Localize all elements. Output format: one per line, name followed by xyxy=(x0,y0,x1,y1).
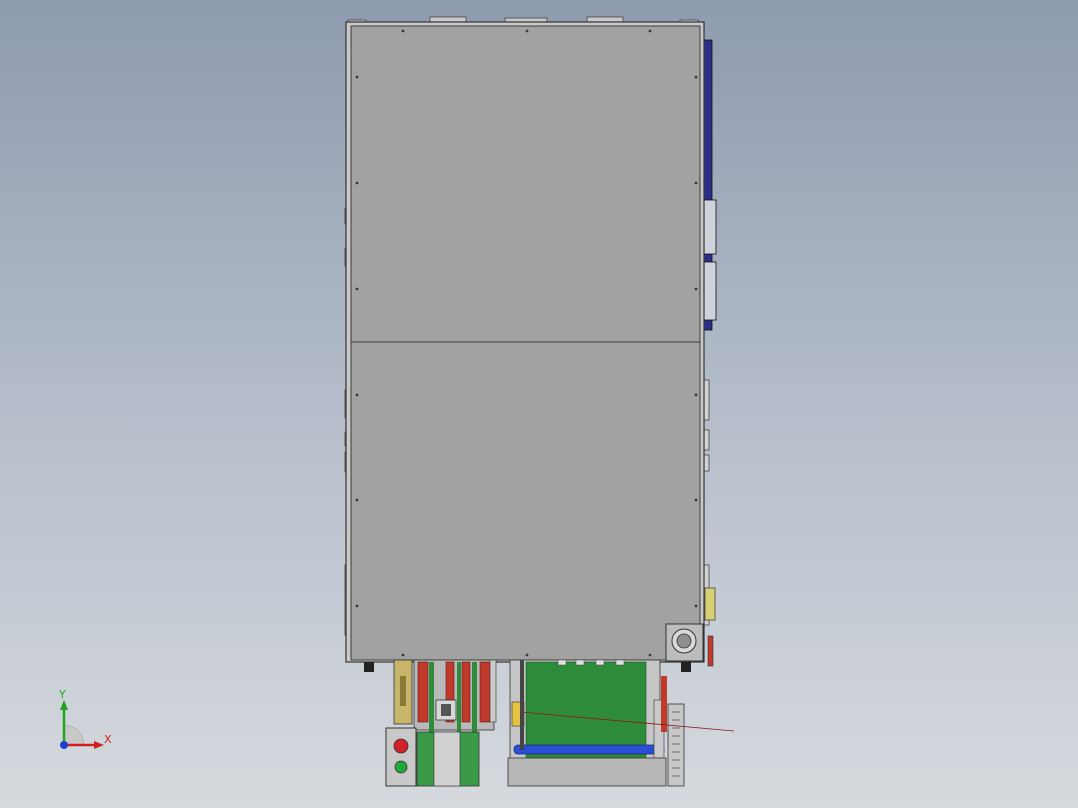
lower-panel[interactable] xyxy=(350,341,701,661)
upper-panel[interactable] xyxy=(350,25,701,343)
x-axis-label: X xyxy=(104,733,112,746)
stop-indicator[interactable] xyxy=(393,738,409,754)
reference-triad: Y X xyxy=(58,688,112,749)
emergency-stop-box[interactable] xyxy=(665,623,714,667)
side-panels-right xyxy=(702,39,717,331)
right-conveyor-assembly[interactable] xyxy=(507,659,735,787)
machine-model[interactable] xyxy=(344,16,735,787)
indicator-control-box[interactable] xyxy=(385,727,417,787)
z-axis-point xyxy=(60,741,68,749)
y-axis-label: Y xyxy=(58,688,66,701)
run-indicator[interactable] xyxy=(394,760,408,774)
cad-viewport[interactable]: Y X xyxy=(0,0,1078,808)
